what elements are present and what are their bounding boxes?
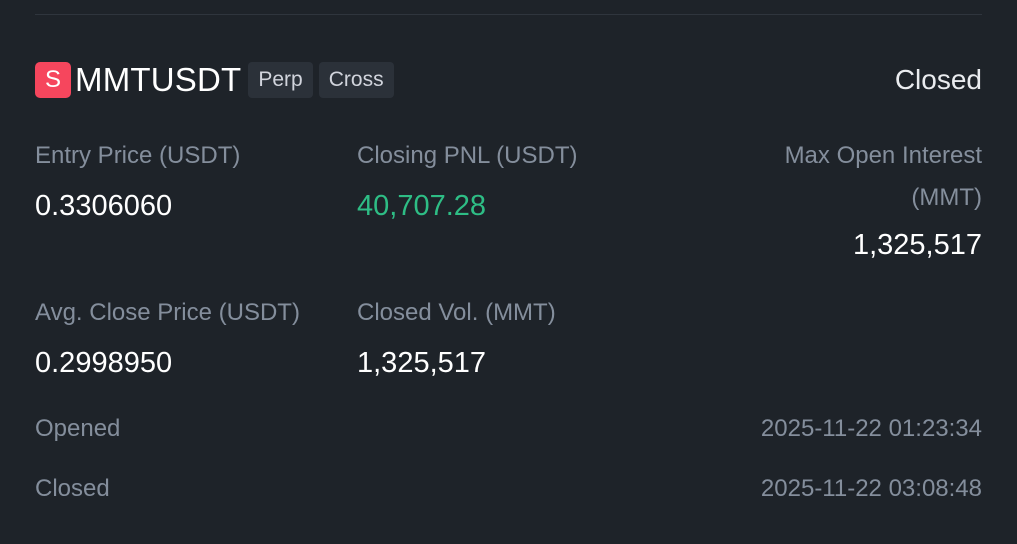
closed-vol-value: 1,325,517: [357, 347, 487, 379]
tag-perp: Perp: [248, 62, 313, 98]
opened-label: Opened: [35, 415, 121, 442]
closed-vol-field: Closed Vol. (MMT) 1,325,517: [357, 298, 556, 380]
avg-close-price-value: 0.2998950: [35, 347, 173, 379]
symbol-title[interactable]: MMTUSDT: [75, 61, 241, 99]
side-badge: S: [35, 62, 71, 98]
closing-pnl-label: Closing PNL (USDT): [357, 142, 578, 169]
position-status: Closed: [894, 64, 982, 95]
tag-cross: Cross: [318, 62, 394, 98]
max-open-interest-label-2: (MMT): [911, 184, 982, 211]
max-open-interest-value: 1,325,517: [852, 229, 982, 261]
closed-label: Closed: [35, 475, 110, 502]
closed-vol-label: Closed Vol. (MMT): [357, 299, 556, 326]
max-open-interest-field: Max Open Interest (MMT) 1,325,517: [785, 141, 982, 262]
closing-pnl-value: 40,707.28: [357, 190, 487, 222]
position-header: S MMTUSDT Perp Cross Closed: [35, 60, 982, 100]
avg-close-price-label: Avg. Close Price (USDT): [35, 299, 300, 326]
opened-time: 2025-11-22 01:23:34: [760, 415, 982, 442]
closing-pnl-field: Closing PNL (USDT) 40,707.28: [357, 141, 578, 223]
closed-time: 2025-11-22 03:08:48: [760, 475, 982, 502]
top-divider: [35, 14, 982, 15]
entry-price-label: Entry Price (USDT): [35, 142, 241, 169]
entry-price-value: 0.3306060: [35, 190, 173, 222]
max-open-interest-label-1: Max Open Interest: [784, 142, 982, 169]
entry-price-field: Entry Price (USDT) 0.3306060: [35, 141, 240, 223]
avg-close-price-field: Avg. Close Price (USDT) 0.2998950: [35, 298, 300, 380]
